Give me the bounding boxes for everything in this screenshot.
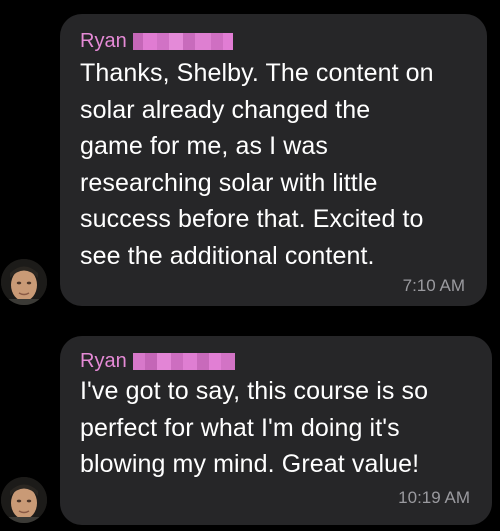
avatar[interactable] (1, 477, 47, 523)
sender-name: Ryan (80, 350, 127, 372)
sender-row: Ryan (80, 350, 235, 373)
message-bubble[interactable]: Ryan Thanks, Shelby. The content on sola… (60, 14, 487, 306)
message-timestamp: 7:10 AM (402, 276, 465, 295)
sender-row: Ryan (80, 30, 233, 53)
redacted-name-icon (132, 33, 233, 50)
redacted-name-icon (132, 353, 235, 370)
message-text: I've got to say, this course is so perfe… (80, 377, 429, 478)
sender-name: Ryan (80, 30, 127, 52)
user-photo-icon (1, 477, 47, 523)
message-text: Thanks, Shelby. The content on solar alr… (80, 59, 434, 270)
user-photo-icon (1, 259, 47, 305)
message-bubble[interactable]: Ryan I've got to say, this course is so … (60, 336, 492, 525)
message-timestamp: 10:19 AM (398, 488, 470, 507)
avatar[interactable] (1, 259, 47, 305)
